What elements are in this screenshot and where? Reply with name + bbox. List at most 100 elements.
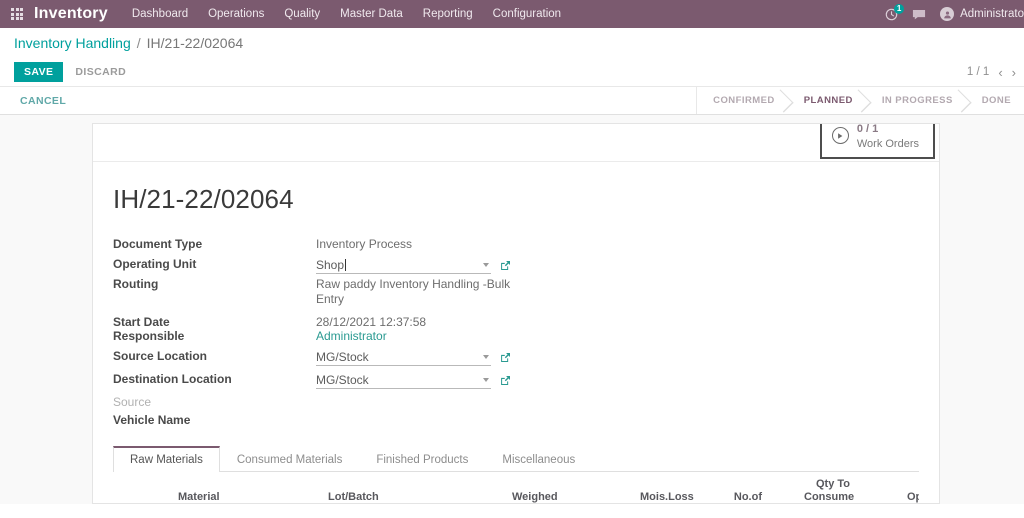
work-orders-label: Work Orders: [856, 137, 919, 150]
col-product[interactable]: Product: [129, 472, 173, 503]
menu-item-dashboard[interactable]: Dashboard: [132, 8, 188, 20]
label-vehicle-name: Vehicle Name: [113, 413, 191, 427]
work-orders-stat-button[interactable]: 0 / 1 Work Orders: [819, 123, 935, 159]
label-document-type: Document Type: [113, 237, 203, 251]
col-operating-unit[interactable]: Operating Unit: [902, 472, 919, 503]
chevron-down-icon[interactable]: [483, 263, 489, 267]
col-no-of-bags[interactable]: No.of Bags: [727, 472, 767, 503]
chevron-right-icon[interactable]: ›: [1012, 65, 1016, 80]
col-qty-to-consume-label: Qty To Consume: [804, 478, 855, 503]
notebook-tabs: Raw Materials Consumed Materials Finishe…: [113, 446, 919, 472]
col-pre-mois-loss[interactable]: Pre.Mois.Loss: [435, 472, 507, 503]
col-uom[interactable]: UOM: [855, 472, 902, 503]
chevron-left-icon[interactable]: ‹: [998, 65, 1002, 80]
label-responsible: Responsible: [113, 329, 185, 343]
app-brand-inventory[interactable]: Inventory: [34, 5, 108, 23]
operating-unit-input[interactable]: Shop: [316, 257, 491, 274]
col-weighed-qty[interactable]: Weighed Qty: [507, 472, 559, 503]
field-row-operating-unit: Operating Unit Shop: [113, 257, 520, 277]
label-destination-location: Destination Location: [113, 372, 232, 386]
stage-planned[interactable]: PLANNED: [788, 87, 866, 114]
stage-done[interactable]: DONE: [966, 87, 1024, 114]
breadcrumb-current: IH/21-22/02064: [146, 35, 244, 51]
value-start-date: 28/12/2021 12:37:58: [316, 315, 427, 329]
play-circle-icon: [831, 127, 849, 145]
tab-raw-materials[interactable]: Raw Materials: [113, 446, 220, 472]
source-location-input[interactable]: MG/Stock: [316, 349, 491, 366]
discard-button[interactable]: DISCARD: [75, 66, 126, 78]
table-header-row: # Product Material Type Source Destinati…: [113, 472, 919, 503]
form-body: IH/21-22/02064 Document Type Inventory P…: [93, 162, 939, 503]
value-document-type: Inventory Process: [316, 237, 413, 251]
chevron-down-icon[interactable]: [483, 355, 489, 359]
label-source: Source: [113, 395, 152, 409]
activity-clock-icon[interactable]: 1: [885, 3, 905, 21]
field-row-vehicle-name: Vehicle Name: [113, 409, 520, 429]
tab-miscellaneous[interactable]: Miscellaneous: [485, 446, 592, 472]
text-caret: [345, 259, 347, 271]
page-title: IH/21-22/02064: [113, 184, 294, 214]
value-responsible[interactable]: Administrator: [316, 329, 520, 349]
chevron-down-icon[interactable]: [483, 378, 489, 382]
col-qty-to-consume[interactable]: Qty To Consume: [799, 472, 855, 503]
activity-count-badge: 1: [894, 3, 905, 14]
label-start-date: Start Date: [113, 315, 170, 329]
menu-item-reporting[interactable]: Reporting: [423, 8, 473, 20]
menu-item-master-data[interactable]: Master Data: [340, 8, 403, 20]
form-sheet-background: 0 / 1 Work Orders IH/21-22/02064 Documen…: [0, 115, 1024, 504]
form-fields-table: Document Type Inventory Process Operatin…: [113, 237, 520, 429]
label-source-location: Source Location: [113, 349, 208, 363]
work-orders-count: 0 / 1: [856, 123, 879, 135]
chat-bubble-icon[interactable]: [912, 8, 926, 21]
save-button[interactable]: SAVE: [14, 62, 64, 82]
navbar-right-tools: 1 Administrato: [885, 0, 1024, 28]
menu-item-quality[interactable]: Quality: [284, 8, 320, 20]
value-routing: Raw paddy Inventory Handling -Bulk Entry: [316, 277, 511, 306]
tab-finished-products[interactable]: Finished Products: [359, 446, 485, 472]
apps-grid-icon: [11, 8, 23, 20]
stage-confirmed[interactable]: CONFIRMED: [697, 87, 788, 114]
record-pager: 1 / 1 ‹ ›: [967, 58, 1016, 86]
menu-item-configuration[interactable]: Configuration: [493, 8, 561, 20]
cancel-button[interactable]: CANCEL: [14, 92, 72, 110]
stage-in-progress[interactable]: IN PROGRESS: [866, 87, 966, 114]
user-menu[interactable]: Administrato: [940, 7, 1024, 21]
main-menu: Dashboard Operations Quality Master Data…: [132, 8, 561, 20]
field-row-start-date: Start Date 28/12/2021 12:37:58: [113, 306, 520, 329]
raw-materials-table: # Product Material Type Source Destinati…: [113, 472, 919, 503]
notebook: Raw Materials Consumed Materials Finishe…: [93, 446, 919, 503]
col-nos[interactable]: Nos: [767, 472, 799, 503]
stat-button-row: 0 / 1 Work Orders: [93, 124, 939, 162]
username-label: Administrato: [960, 8, 1024, 20]
field-row-source: Source: [113, 389, 520, 409]
menu-item-operations[interactable]: Operations: [208, 8, 264, 20]
col-material-type[interactable]: Material Type: [173, 472, 220, 503]
col-sublot-ref[interactable]: SublotRef.: [375, 472, 435, 503]
field-row-source-location: Source Location MG/Stock: [113, 349, 520, 369]
col-mois-loss-qty[interactable]: Mois.Loss Qty: [635, 472, 694, 503]
col-lot-batch-number[interactable]: Lot/Batch Number: [323, 472, 379, 503]
external-link-icon[interactable]: [500, 375, 511, 386]
value-source: [316, 389, 520, 409]
source-location-value: MG/Stock: [316, 350, 369, 364]
tab-consumed-materials[interactable]: Consumed Materials: [220, 446, 359, 472]
col-curr-mois-loss[interactable]: Curr.Mois.Loss: [559, 472, 635, 503]
breadcrumb-separator: /: [136, 35, 141, 51]
apps-menu-button[interactable]: [0, 0, 34, 28]
label-routing: Routing: [113, 277, 159, 291]
breadcrumb: Inventory Handling / IH/21-22/02064: [0, 28, 1024, 58]
external-link-icon[interactable]: [500, 260, 511, 271]
control-panel: SAVE DISCARD 1 / 1 ‹ ›: [0, 58, 1024, 86]
raw-materials-list: # Product Material Type Source Destinati…: [113, 472, 919, 503]
destination-location-input[interactable]: MG/Stock: [316, 372, 491, 389]
col-index[interactable]: #: [113, 472, 129, 503]
breadcrumb-root-link[interactable]: Inventory Handling: [14, 35, 131, 51]
external-link-icon[interactable]: [500, 352, 511, 363]
field-row-destination-location: Destination Location MG/Stock: [113, 369, 520, 389]
top-navbar: Inventory Dashboard Operations Quality M…: [0, 0, 1024, 28]
col-source[interactable]: Source: [216, 472, 261, 503]
form-sheet: 0 / 1 Work Orders IH/21-22/02064 Documen…: [92, 123, 940, 504]
col-destination[interactable]: Destination: [261, 472, 323, 503]
statusbar-buttons: CANCEL: [0, 87, 698, 114]
pager-count-label: 1 / 1: [966, 66, 990, 78]
